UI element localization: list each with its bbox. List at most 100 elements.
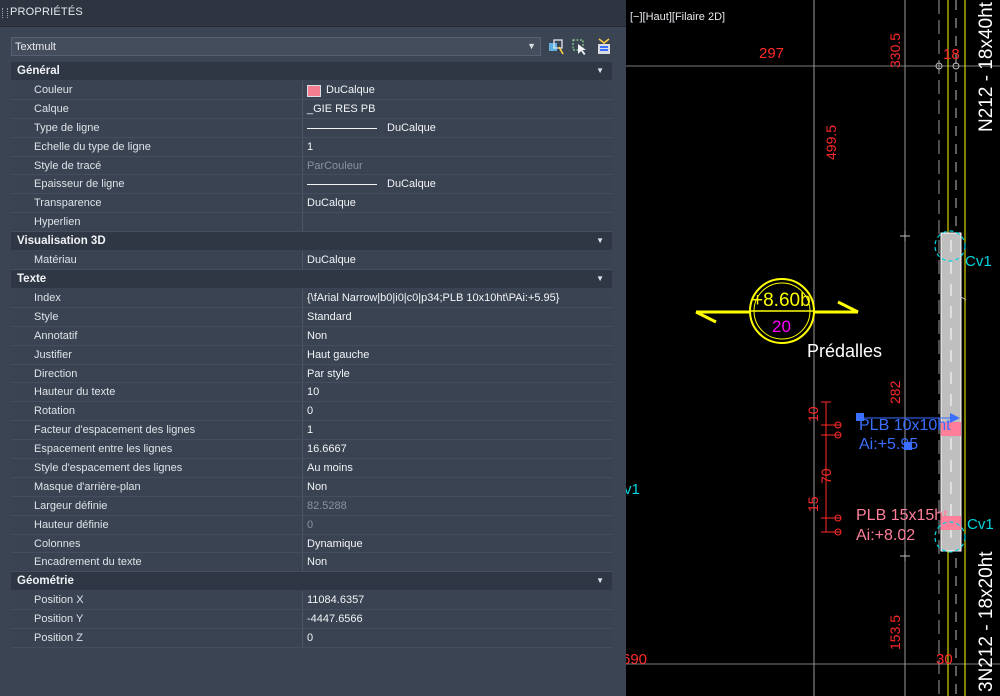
property-row[interactable]: Hauteur du texte 10 bbox=[11, 383, 612, 403]
property-row[interactable]: Calque _GIE RES PB bbox=[11, 99, 612, 119]
property-row[interactable]: Justifier Haut gauche bbox=[11, 345, 612, 365]
property-row[interactable]: Position Y -4447.6566 bbox=[11, 610, 612, 630]
dimension-153-5: 153.5 bbox=[887, 615, 903, 650]
plb2-line1: PLB 15x15ht bbox=[856, 507, 948, 524]
property-row[interactable]: Position Z 0 bbox=[11, 629, 612, 649]
property-row[interactable]: Type de ligne DuCalque bbox=[11, 118, 612, 138]
dimension-499-5: 499.5 bbox=[823, 125, 839, 160]
drawing-viewport[interactable]: [−][Haut][Filaire 2D] 297 330.5 18 499.5… bbox=[626, 0, 1000, 696]
category-header[interactable]: Visualisation 3D ▼ bbox=[11, 232, 612, 252]
property-value[interactable]: 16.6667 bbox=[307, 443, 347, 455]
column-divider bbox=[302, 326, 303, 345]
property-value[interactable]: 82.5288 bbox=[307, 500, 347, 512]
property-value[interactable]: Standard bbox=[307, 311, 352, 323]
property-label: Transparence bbox=[34, 197, 102, 210]
property-row[interactable]: Facteur d'espacement des lignes 1 bbox=[11, 421, 612, 441]
column-divider bbox=[302, 421, 303, 440]
property-row[interactable]: Annotatif Non bbox=[11, 326, 612, 346]
beam-label-bottom: 3N212 - 18x20ht bbox=[976, 551, 997, 692]
property-label: Colonnes bbox=[34, 537, 81, 550]
property-value[interactable]: 11084.6357 bbox=[307, 594, 364, 606]
property-row[interactable]: Hauteur définie 0 bbox=[11, 515, 612, 535]
property-label: Espacement entre les lignes bbox=[34, 443, 173, 456]
toggle-pickadd-icon[interactable] bbox=[595, 38, 613, 56]
property-label: Style bbox=[34, 310, 59, 323]
category-header[interactable]: Général ▼ bbox=[11, 62, 612, 81]
plb1-line1: PLB 10x10ht bbox=[859, 417, 951, 434]
category-header[interactable]: Texte ▼ bbox=[11, 270, 612, 290]
object-type-dropdown[interactable]: Textmult ▼ bbox=[11, 37, 541, 56]
property-row[interactable]: Hyperlien bbox=[11, 213, 612, 233]
property-value[interactable]: DuCalque bbox=[387, 178, 436, 190]
palette-titlebar[interactable]: PROPRIÉTÉS bbox=[0, 0, 626, 27]
linetype-preview-icon bbox=[307, 184, 377, 186]
column-divider bbox=[302, 553, 303, 572]
property-value[interactable]: Par style bbox=[307, 368, 350, 380]
property-value[interactable]: 0 bbox=[307, 632, 313, 644]
quick-select-icon[interactable] bbox=[547, 38, 565, 56]
property-row[interactable]: Transparence DuCalque bbox=[11, 194, 612, 214]
color-swatch-icon bbox=[307, 85, 321, 97]
property-label: Annotatif bbox=[34, 329, 78, 342]
property-label: Hyperlien bbox=[34, 216, 81, 229]
category-header[interactable]: Géométrie ▼ bbox=[11, 572, 612, 592]
property-value[interactable]: Au moins bbox=[307, 462, 353, 474]
property-value[interactable]: 0 bbox=[307, 519, 313, 531]
property-value[interactable]: 1 bbox=[307, 141, 313, 153]
property-value[interactable]: Non bbox=[307, 556, 327, 568]
column-divider bbox=[302, 459, 303, 477]
column-section bbox=[940, 232, 962, 552]
property-row[interactable]: Direction Par style bbox=[11, 364, 612, 384]
property-row[interactable]: Colonnes Dynamique bbox=[11, 534, 612, 554]
viewport-canvas[interactable]: [−][Haut][Filaire 2D] 297 330.5 18 499.5… bbox=[626, 0, 1000, 696]
property-row[interactable]: Style Standard bbox=[11, 307, 612, 327]
property-value[interactable]: DuCalque bbox=[307, 197, 356, 209]
property-value[interactable]: DuCalque bbox=[307, 254, 356, 266]
property-row[interactable]: Couleur DuCalque bbox=[11, 81, 612, 100]
property-value[interactable]: Dynamique bbox=[307, 538, 363, 550]
property-row[interactable]: Epaisseur de ligne DuCalque bbox=[11, 175, 612, 195]
property-value[interactable]: 1 bbox=[307, 424, 313, 436]
collapse-chevron-icon[interactable]: ▼ bbox=[596, 274, 604, 283]
property-value[interactable]: 0 bbox=[307, 405, 313, 417]
property-row[interactable]: Espacement entre les lignes 16.6667 bbox=[11, 440, 612, 460]
property-value[interactable]: DuCalque bbox=[326, 84, 375, 96]
property-row[interactable]: Index {\fArial Narrow|b0|i0|c0|p34;PLB 10… bbox=[11, 289, 612, 308]
collapse-chevron-icon[interactable]: ▼ bbox=[596, 66, 604, 75]
property-value[interactable]: 10 bbox=[307, 386, 319, 398]
column-divider bbox=[302, 345, 303, 364]
category-title: Général bbox=[17, 65, 60, 77]
category-title: Visualisation 3D bbox=[17, 235, 106, 248]
property-row[interactable]: Matériau DuCalque bbox=[11, 251, 612, 271]
property-row[interactable]: Style de tracé ParCouleur bbox=[11, 156, 612, 176]
select-objects-icon[interactable] bbox=[571, 38, 589, 56]
property-value[interactable]: Haut gauche bbox=[307, 349, 369, 361]
dimension-30: 30 bbox=[936, 651, 953, 668]
property-value[interactable]: -4447.6566 bbox=[307, 613, 363, 625]
column-divider bbox=[302, 99, 303, 118]
property-value[interactable]: ParCouleur bbox=[307, 160, 363, 172]
property-value[interactable]: DuCalque bbox=[387, 122, 436, 134]
viewport-controls-label[interactable]: [−][Haut][Filaire 2D] bbox=[630, 11, 725, 23]
property-value[interactable]: {\fArial Narrow|b0|i0|c0|p34;PLB 10x10ht… bbox=[307, 292, 559, 304]
property-row[interactable]: Largeur définie 82.5288 bbox=[11, 496, 612, 516]
property-value[interactable]: _GIE RES PB bbox=[307, 103, 375, 115]
palette-grip-handle[interactable] bbox=[2, 8, 8, 18]
property-label: Position Y bbox=[34, 613, 84, 626]
property-value[interactable]: Non bbox=[307, 481, 327, 493]
property-label: Calque bbox=[34, 102, 69, 115]
property-row[interactable]: Rotation 0 bbox=[11, 402, 612, 422]
property-row[interactable]: Style d'espacement des lignes Au moins bbox=[11, 459, 612, 478]
property-row[interactable]: Position X 11084.6357 bbox=[11, 591, 612, 611]
category-title: Texte bbox=[17, 273, 47, 286]
collapse-chevron-icon[interactable]: ▼ bbox=[596, 236, 604, 245]
property-row[interactable]: Masque d'arrière-plan Non bbox=[11, 477, 612, 497]
property-label: Couleur bbox=[34, 84, 73, 96]
collapse-chevron-icon[interactable]: ▼ bbox=[596, 576, 604, 585]
object-type-value: Textmult bbox=[15, 41, 56, 53]
property-row[interactable]: Echelle du type de ligne 1 bbox=[11, 137, 612, 157]
property-value[interactable]: Non bbox=[307, 330, 327, 342]
property-label: Epaisseur de ligne bbox=[34, 178, 125, 191]
property-label: Type de ligne bbox=[34, 121, 100, 134]
property-row[interactable]: Encadrement du texte Non bbox=[11, 553, 612, 573]
